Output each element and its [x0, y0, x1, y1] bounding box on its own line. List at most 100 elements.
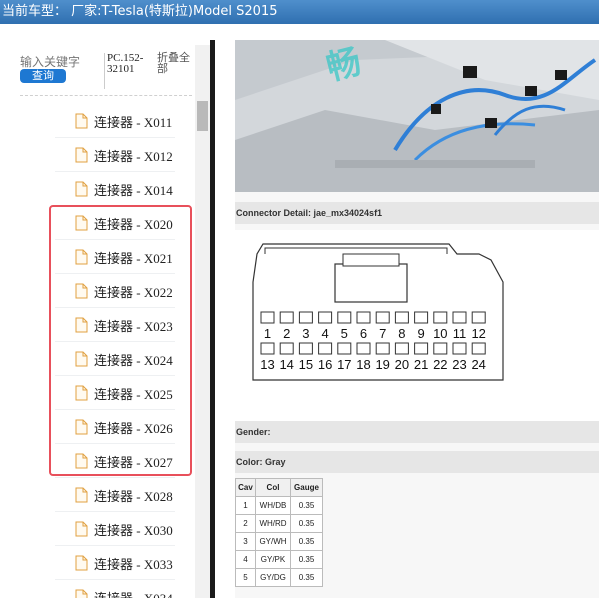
document-icon — [75, 113, 88, 129]
tree-item-label: 连接器 - X012 — [94, 149, 173, 164]
pin-number: 8 — [398, 326, 405, 341]
pin-number: 21 — [414, 357, 428, 372]
cell-col: WH/DB — [255, 496, 291, 515]
cell-col: GY/PK — [255, 550, 291, 569]
header-cav: Cav — [235, 478, 256, 497]
tree-item-label: 连接器 - X011 — [94, 115, 173, 130]
tree-item-label: 连接器 - X033 — [94, 557, 173, 572]
table-row: 1 WH/DB 0.35 — [235, 496, 323, 515]
pin-number: 9 — [417, 326, 424, 341]
pin-number: 3 — [302, 326, 309, 341]
cell-gauge: 0.35 — [290, 514, 323, 533]
pin-number: 14 — [279, 357, 293, 372]
pin-cavity — [260, 311, 275, 324]
connector-diagram-graphic: 1 2 3 4 5 6 7 8 9 10 11 1213 14 15 16 17 18 19 20 21 22 23 24 — [252, 243, 504, 381]
tree-item[interactable]: 连接器 - X033 — [55, 546, 175, 580]
cell-cav: 3 — [235, 532, 256, 551]
toolbar-divider — [20, 95, 192, 96]
pin-cavity — [260, 342, 275, 355]
tree-item[interactable]: 连接器 - X011 — [55, 104, 175, 138]
connector-detail-heading: Connector Detail: jae_mx34024sf1 — [235, 202, 599, 224]
pin-number: 20 — [395, 357, 409, 372]
pin-number: 1 — [264, 326, 271, 341]
pin-cavity — [375, 342, 390, 355]
cell-cav: 2 — [235, 514, 256, 533]
pin-number: 16 — [318, 357, 332, 372]
header-col: Col — [255, 478, 291, 497]
tree-item[interactable]: 连接器 - X030 — [55, 512, 175, 546]
pin-cavity — [337, 311, 352, 324]
table-row: 2 WH/RD 0.35 — [235, 514, 323, 533]
pin-cavity — [471, 342, 486, 355]
pin-cavity — [279, 342, 294, 355]
pin-cavity — [394, 311, 409, 324]
gender-heading: Gender: — [235, 421, 599, 443]
cell-col: GY/WH — [255, 532, 291, 551]
highlight-box — [49, 205, 192, 476]
cell-col: GY/DG — [255, 568, 291, 587]
pin-number: 6 — [360, 326, 367, 341]
cell-cav: 1 — [235, 496, 256, 515]
pin-cavity — [433, 342, 448, 355]
pin-number: 10 — [433, 326, 447, 341]
search-button[interactable]: 查询 — [20, 69, 66, 83]
tree-item[interactable]: 连接器 - X034 — [55, 580, 175, 598]
cell-cav: 4 — [235, 550, 256, 569]
document-icon — [75, 487, 88, 503]
document-icon — [75, 555, 88, 571]
pin-cavity — [337, 342, 352, 355]
pin-cavity — [318, 311, 333, 324]
pin-number: 24 — [471, 357, 485, 372]
table-row: 5 GY/DG 0.35 — [235, 568, 323, 587]
pin-number: 18 — [356, 357, 370, 372]
pc-code-label: PC.152-32101 — [104, 53, 156, 89]
pin-number: 2 — [283, 326, 290, 341]
pin-table-header: Cav Col Gauge — [235, 478, 323, 497]
document-icon — [75, 589, 88, 598]
pin-cavity — [356, 342, 371, 355]
pin-number: 17 — [337, 357, 351, 372]
document-icon — [75, 181, 88, 197]
tree-item-label: 连接器 - X014 — [94, 183, 173, 198]
tree-item-label: 连接器 - X034 — [94, 588, 173, 598]
document-icon — [75, 147, 88, 163]
table-row: 4 GY/PK 0.35 — [235, 550, 323, 569]
collapse-all-link[interactable]: 折叠全部 — [157, 53, 195, 75]
window-title: 当前车型： 厂家:T-Tesla(特斯拉)Model S2015 — [0, 0, 599, 24]
pin-number: 7 — [379, 326, 386, 341]
pin-cavity — [452, 311, 467, 324]
pin-cavity — [452, 342, 467, 355]
pin-cavity — [318, 342, 333, 355]
pin-cavity — [414, 311, 429, 324]
scroll-up-arrow[interactable] — [195, 45, 210, 59]
tree-item[interactable]: 连接器 - X028 — [55, 478, 175, 512]
cell-gauge: 0.35 — [290, 532, 323, 551]
pin-cavity — [279, 311, 294, 324]
cell-gauge: 0.35 — [290, 568, 323, 587]
pin-cavity — [356, 311, 371, 324]
tree-item-label: 连接器 - X030 — [94, 523, 173, 538]
pin-number: 19 — [375, 357, 389, 372]
detail-pane: 畅 Connector Detail: jae_mx34024sf1 12345… — [215, 40, 599, 598]
table-row: 3 GY/WH 0.35 — [235, 532, 323, 551]
vehicle-photo: 畅 — [235, 40, 599, 192]
tree-item-label: 连接器 - X028 — [94, 489, 173, 504]
document-icon — [75, 521, 88, 537]
cell-gauge: 0.35 — [290, 550, 323, 569]
pin-number: 4 — [321, 326, 328, 341]
pin-cavity — [298, 342, 313, 355]
color-heading: Color: Gray — [235, 451, 599, 473]
search-input[interactable] — [20, 55, 82, 69]
pin-cavity — [414, 342, 429, 355]
vehicle-photo-graphic: 畅 — [235, 40, 599, 192]
content-margin — [215, 40, 235, 598]
pin-cavity — [375, 311, 390, 324]
pin-number: 23 — [452, 357, 466, 372]
cell-cav: 5 — [235, 568, 256, 587]
scroll-thumb[interactable] — [197, 101, 208, 131]
pin-table: Cav Col Gauge 1 WH/DB 0.35 2 WH/RD 0.35 … — [235, 478, 323, 587]
connector-diagram: 1 2 3 4 5 6 7 8 9 10 11 12 13 14 15 16 17 18 19 20 21 22 23 24 — [235, 230, 599, 430]
tree-item[interactable]: 连接器 - X012 — [55, 138, 175, 172]
pin-number: 5 — [341, 326, 348, 341]
tree-item[interactable]: 连接器 - X014 — [55, 172, 175, 206]
